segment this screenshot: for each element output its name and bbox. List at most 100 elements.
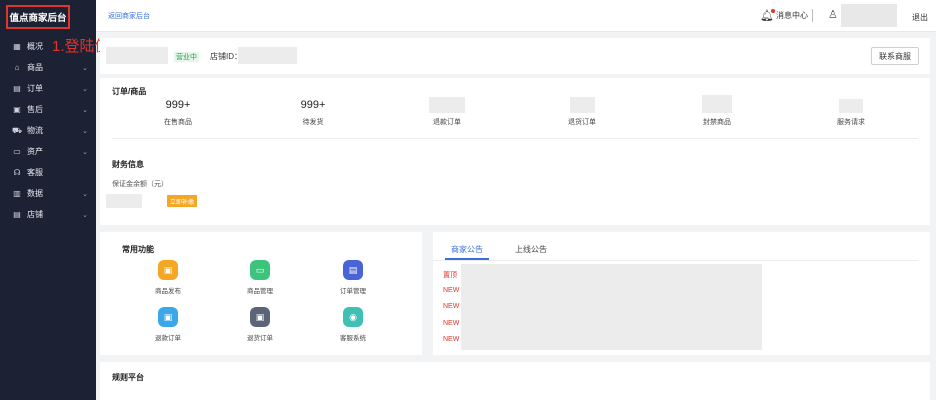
tab-launch-announcements[interactable]: 上线公告 xyxy=(515,244,547,255)
stat-on-sale[interactable]: 999+ 在售商品 xyxy=(133,99,223,127)
section-divider xyxy=(112,138,918,139)
function-shortcut[interactable]: ▣ 退款订单 xyxy=(133,307,203,342)
order-icon: ▤ xyxy=(13,84,21,93)
tab-divider xyxy=(433,260,918,261)
grid-icon: ▦ xyxy=(13,42,21,51)
brand-title: 值点商家后台 xyxy=(6,5,70,29)
stat-value-placeholder xyxy=(702,95,732,113)
stat-value: 999+ xyxy=(300,99,326,111)
publish-icon: ▣ xyxy=(158,260,178,280)
contact-service-button[interactable]: 联系商服 xyxy=(871,47,919,65)
message-center-label: 消息中心 xyxy=(775,11,808,20)
refund-icon: ▣ xyxy=(158,307,178,327)
topup-button[interactable]: 立即补缴 xyxy=(167,195,197,207)
user-name-placeholder[interactable] xyxy=(841,4,897,27)
back-to-merchant-link[interactable]: 返回商家后台 xyxy=(108,11,150,21)
sidebar-item[interactable]: ☊ 客服 xyxy=(0,162,96,183)
sidebar-item-label: 物流 xyxy=(27,126,43,135)
functions-section-title: 常用功能 xyxy=(122,245,154,254)
aftersale-icon: ▣ xyxy=(13,105,21,114)
stat-value: 999+ xyxy=(165,99,191,111)
common-functions-card: 常用功能 ▣ 商品发布 ▭ 商品管理 ▤ 订单管理 ▣ 退款订单 ▣ 退货订单 ◉ 客服系统 xyxy=(100,232,422,355)
bell-icon: 🔔︎ xyxy=(760,9,775,22)
sidebar-item-label: 售后 xyxy=(27,105,43,114)
stat-label: 退货订单 xyxy=(568,119,596,126)
function-label: 客服系统 xyxy=(340,335,366,342)
chevron-down-icon: ⌄ xyxy=(82,148,88,156)
announcement-tag: NEW xyxy=(443,303,460,310)
stat-to-ship[interactable]: 999+ 待发货 xyxy=(268,99,358,127)
bag-icon: ⌂ xyxy=(14,63,20,72)
sidebar-item-label: 客服 xyxy=(27,168,43,177)
sidebar-item[interactable]: ▭ 资产 ⌄ xyxy=(0,141,96,162)
sidebar-nav: ▦ 概况 ⌂ 商品 ⌄ ▤ 订单 ⌄ ▣ 售后 ⌄ ⛟ 物流 ⌄ ▭ 资产 ⌄ ☊ 客服 ▥ 数据 ⌄ ▤ 店铺 ⌄ xyxy=(0,36,96,225)
chevron-down-icon: ⌄ xyxy=(82,190,88,198)
announcement-tag: NEW xyxy=(443,287,460,294)
function-label: 商品管理 xyxy=(247,288,273,295)
chevron-down-icon: ⌄ xyxy=(82,127,88,135)
order-manage-icon: ▤ xyxy=(343,260,363,280)
shop-id-placeholder xyxy=(238,47,297,64)
stat-value-placeholder xyxy=(839,99,863,113)
sidebar-item-label: 数据 xyxy=(27,189,43,198)
sidebar-item-label: 资产 xyxy=(27,147,43,156)
stat-refund-orders[interactable]: 退款订单 xyxy=(402,97,492,127)
shop-info-bar: 营业中 店铺ID： 联系商服 xyxy=(100,38,930,74)
shop-name-placeholder xyxy=(106,47,168,64)
logout-button[interactable]: 退出 xyxy=(912,12,928,23)
stat-label: 服务请求 xyxy=(837,119,865,126)
top-bar: 返回商家后台 🔔︎ 消息中心 ♙ 退出 xyxy=(96,0,936,32)
sidebar-item[interactable]: ▣ 售后 ⌄ xyxy=(0,99,96,120)
tab-merchant-announcements[interactable]: 商家公告 xyxy=(451,244,483,255)
stat-banned-products[interactable]: 封禁商品 xyxy=(672,95,762,127)
chevron-down-icon: ⌄ xyxy=(82,106,88,114)
truck-icon: ⛟ xyxy=(12,125,23,135)
shop-status-badge: 营业中 xyxy=(174,52,199,62)
function-shortcut[interactable]: ◉ 客服系统 xyxy=(318,307,388,342)
chart-icon: ▥ xyxy=(13,189,21,198)
finance-section-title: 财务信息 xyxy=(112,160,144,169)
sidebar-item[interactable]: ⌂ 商品 ⌄ xyxy=(0,57,96,78)
chevron-down-icon: ⌄ xyxy=(82,64,88,72)
sidebar-item-label: 订单 xyxy=(27,84,43,93)
stat-label: 在售商品 xyxy=(164,119,192,126)
return-icon: ▣ xyxy=(250,307,270,327)
function-label: 商品发布 xyxy=(155,288,181,295)
announcement-tag: NEW xyxy=(443,320,460,327)
announcements-card: 商家公告 上线公告 置顶 NEW NEW NEW NEW xyxy=(433,232,930,355)
chevron-down-icon: ⌄ xyxy=(82,85,88,93)
function-shortcut[interactable]: ▤ 订单管理 xyxy=(318,260,388,295)
stat-label: 退款订单 xyxy=(433,119,461,126)
announcement-tag: 置顶 xyxy=(443,272,457,279)
sidebar-item-label: 店铺 xyxy=(27,210,43,219)
stat-label: 待发货 xyxy=(302,119,324,126)
stat-label: 封禁商品 xyxy=(703,119,731,126)
rules-platform-card: 规则平台 xyxy=(100,362,930,400)
function-shortcut[interactable]: ▣ 退货订单 xyxy=(225,307,295,342)
wallet-icon: ▭ xyxy=(13,147,21,156)
sidebar-item[interactable]: ▤ 店铺 ⌄ xyxy=(0,204,96,225)
sidebar-item[interactable]: ⛟ 物流 ⌄ xyxy=(0,120,96,141)
function-label: 退货订单 xyxy=(247,335,273,342)
store-icon: ▤ xyxy=(13,210,21,219)
sidebar: 值点商家后台 ▦ 概况 ⌂ 商品 ⌄ ▤ 订单 ⌄ ▣ 售后 ⌄ ⛟ 物流 ⌄ ▭ 资产 ⌄ ☊ 客服 ▥ 数据 ⌄ ▤ 店铺… xyxy=(0,0,96,400)
announcement-tag: NEW xyxy=(443,336,460,343)
message-center-button[interactable]: 🔔︎ 消息中心 xyxy=(760,9,808,22)
service-icon: ◉ xyxy=(343,307,363,327)
sidebar-item[interactable]: ▤ 订单 ⌄ xyxy=(0,78,96,99)
deposit-balance-placeholder xyxy=(106,194,142,208)
rules-section-title: 规则平台 xyxy=(112,373,144,382)
function-label: 订单管理 xyxy=(340,288,366,295)
stat-value-placeholder xyxy=(429,97,465,113)
stat-service-requests[interactable]: 服务请求 xyxy=(806,99,896,127)
stat-return-orders[interactable]: 退货订单 xyxy=(537,97,627,127)
function-shortcut[interactable]: ▣ 商品发布 xyxy=(133,260,203,295)
chevron-down-icon: ⌄ xyxy=(82,211,88,219)
orders-finance-card: 订单/商品 999+ 在售商品 999+ 待发货 退款订单 退货订单 封禁商品 … xyxy=(100,78,930,225)
announcement-list-placeholder[interactable] xyxy=(461,264,762,350)
sidebar-item[interactable]: ▥ 数据 ⌄ xyxy=(0,183,96,204)
product-manage-icon: ▭ xyxy=(250,260,270,280)
user-icon[interactable]: ♙ xyxy=(828,8,838,21)
function-shortcut[interactable]: ▭ 商品管理 xyxy=(225,260,295,295)
function-label: 退款订单 xyxy=(155,335,181,342)
